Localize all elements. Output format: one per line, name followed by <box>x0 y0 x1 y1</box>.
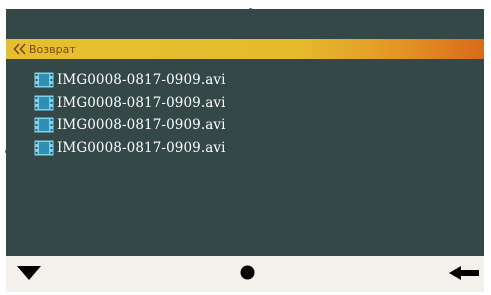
file-item[interactable]: IMG0008-0817-0909.avi <box>34 92 226 115</box>
video-file-icon <box>34 72 54 88</box>
circle-icon <box>240 265 255 284</box>
back-bar[interactable]: Возврат <box>6 39 484 59</box>
double-chevron-left-icon <box>13 42 27 56</box>
file-name: IMG0008-0817-0909.avi <box>57 72 226 89</box>
file-item[interactable]: IMG0008-0817-0909.avi <box>34 114 226 137</box>
file-name: IMG0008-0817-0909.avi <box>57 139 226 156</box>
back-label: Возврат <box>29 42 76 56</box>
video-file-icon <box>34 140 54 156</box>
file-item[interactable]: IMG0008-0817-0909.avi <box>34 137 226 160</box>
scroll-down-button[interactable] <box>14 256 44 292</box>
outer-frame-top <box>0 0 491 9</box>
outer-frame-right <box>484 0 491 295</box>
file-name: IMG0008-0817-0909.avi <box>57 94 226 111</box>
video-file-icon <box>34 95 54 111</box>
video-file-icon <box>34 117 54 133</box>
status-area <box>6 9 484 37</box>
triangle-down-icon <box>17 265 41 284</box>
device-screen: Возврат IMG0008-0817-0909.avi IMG0008-08… <box>6 9 484 292</box>
file-name: IMG0008-0817-0909.avi <box>57 117 226 134</box>
file-list: IMG0008-0817-0909.avi IMG0008-0817-0909.… <box>34 69 226 159</box>
navigation-bar <box>6 256 484 292</box>
home-button[interactable] <box>234 256 260 292</box>
arrow-left-icon <box>449 265 479 284</box>
file-item[interactable]: IMG0008-0817-0909.avi <box>34 69 226 92</box>
back-button[interactable] <box>446 256 482 292</box>
